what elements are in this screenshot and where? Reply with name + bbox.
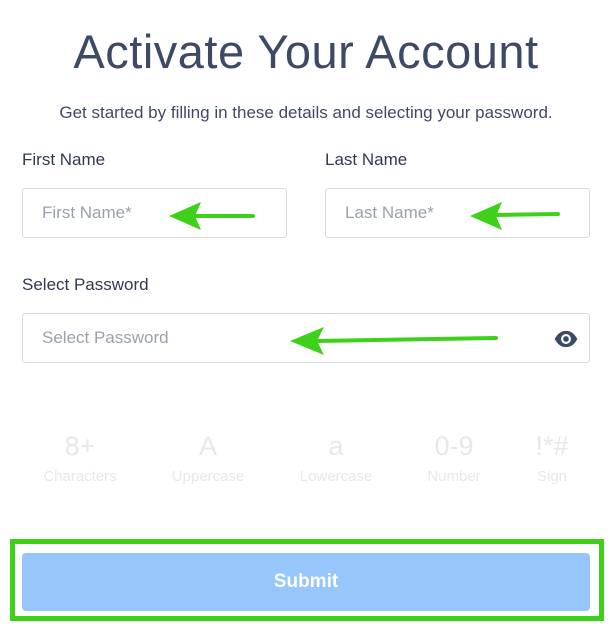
password-label: Select Password [22, 275, 149, 294]
rule-symbol: A [198, 431, 217, 461]
rule-symbol: 8+ [64, 431, 96, 461]
first-name-label: First Name [22, 150, 106, 169]
first-name-field-wrapper [22, 188, 287, 238]
last-name-field-wrapper [325, 188, 590, 238]
rule-number: 0-9 Number [400, 430, 508, 486]
password-field-wrapper [22, 313, 590, 363]
last-name-label: Last Name [325, 150, 408, 169]
rule-characters: 8+ Characters [16, 430, 144, 486]
rule-label: Number [427, 468, 481, 485]
page-subtitle: Get started by filling in these details … [59, 103, 553, 122]
rule-lowercase: a Lowercase [272, 430, 400, 486]
rule-sign: !*# Sign [516, 430, 588, 486]
rule-label: Characters [43, 468, 117, 485]
submit-button[interactable]: Submit [22, 553, 590, 611]
rule-symbol: a [328, 431, 344, 461]
password-input[interactable] [23, 314, 589, 362]
rule-label: Sign [536, 468, 568, 485]
rule-label: Lowercase [299, 468, 373, 485]
rule-symbol: !*# [535, 431, 569, 461]
rule-label: Uppercase [171, 468, 245, 485]
last-name-input[interactable] [326, 189, 589, 237]
rule-symbol: 0-9 [434, 431, 474, 461]
page-title: Activate Your Account [73, 25, 539, 78]
eye-icon[interactable] [553, 326, 579, 352]
activate-account-page: Activate Your Account Get started by fil… [0, 0, 612, 626]
password-rules: 8+ Characters A Uppercase a Lowercase 0-… [16, 430, 612, 500]
first-name-input[interactable] [23, 189, 286, 237]
rule-uppercase: A Uppercase [144, 430, 272, 486]
